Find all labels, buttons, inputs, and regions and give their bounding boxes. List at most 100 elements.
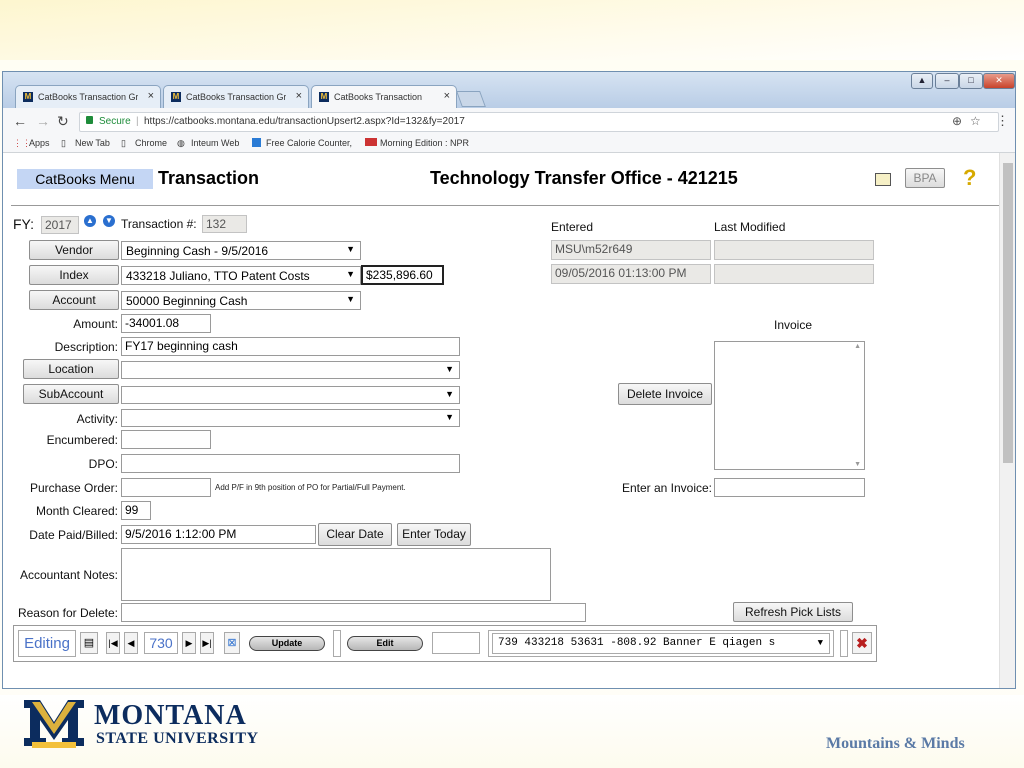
star-icon[interactable]: ☆ (970, 114, 981, 128)
transaction-label: Transaction #: (121, 217, 197, 231)
entered-date-field: 09/05/2016 01:13:00 PM (551, 264, 711, 284)
bookmark-apps[interactable]: Apps (29, 138, 50, 148)
msu-favicon-icon: M (171, 92, 181, 102)
accountant-notes-field[interactable] (121, 548, 551, 601)
fy-down-icon[interactable]: ▼ (103, 215, 115, 227)
enter-invoice-field[interactable] (714, 478, 865, 497)
bookmark-npr[interactable]: Morning Edition : NPR (380, 138, 469, 148)
edit-button[interactable]: Edit (347, 636, 423, 651)
subaccount-select[interactable]: ▼ (121, 386, 460, 404)
month-cleared-field[interactable]: 99 (121, 501, 151, 520)
slide-top-band (0, 0, 1024, 60)
notes-icon[interactable] (875, 173, 891, 186)
search-icon[interactable]: ⊠ (224, 632, 240, 654)
clear-date-button[interactable]: Clear Date (318, 523, 392, 546)
editing-mode-label: Editing (18, 630, 76, 657)
page-scrollbar[interactable] (999, 153, 1015, 688)
location-button[interactable]: Location (23, 359, 119, 379)
msu-favicon-icon: M (23, 92, 33, 102)
bookmark-inteum[interactable]: Inteum Web (191, 138, 239, 148)
first-record-icon[interactable]: |◀ (106, 632, 120, 654)
divider (840, 630, 848, 657)
bookmark-calorie[interactable]: Free Calorie Counter, (266, 138, 352, 148)
amount-field[interactable]: -34001.08 (121, 314, 211, 333)
record-select-value: 739 433218 53631 -808.92 Banner E qiagen… (498, 637, 776, 649)
vendor-select-value: Beginning Cash - 9/5/2016 (126, 244, 269, 258)
delete-record-icon[interactable]: ✖ (852, 632, 872, 654)
help-icon[interactable]: ? (963, 165, 976, 191)
purchase-order-hint: Add P/F in 9th position of PO for Partia… (215, 483, 406, 492)
chevron-down-icon: ▼ (817, 638, 823, 648)
scroll-up-icon[interactable]: ▲ (854, 343, 861, 350)
browser-tab-1[interactable]: M CatBooks Transaction Gr × (15, 85, 161, 108)
forward-arrow-icon[interactable]: → (36, 113, 50, 129)
delete-invoice-button[interactable]: Delete Invoice (618, 383, 712, 405)
address-bar[interactable]: Secure | https://catbooks.montana.edu/tr… (79, 112, 999, 132)
close-tab-icon[interactable]: × (444, 90, 450, 102)
date-paid-field[interactable]: 9/5/2016 1:12:00 PM (121, 525, 316, 544)
page-title: Transaction (158, 168, 260, 188)
navbar-search-field[interactable] (432, 632, 480, 654)
record-select[interactable]: 739 433218 53631 -808.92 Banner E qiagen… (492, 633, 830, 654)
chevron-down-icon: ▼ (346, 244, 355, 254)
tagline: Mountains & Minds (826, 735, 965, 752)
account-select-value: 50000 Beginning Cash (126, 294, 248, 308)
last-modified-label: Last Modified (714, 220, 786, 234)
catbooks-menu-button[interactable]: CatBooks Menu (17, 169, 153, 189)
vendor-button[interactable]: Vendor (29, 240, 119, 260)
scroll-down-icon[interactable]: ▼ (854, 461, 861, 468)
bookmark-new-tab[interactable]: New Tab (75, 138, 110, 148)
amount-label: Amount: (73, 317, 118, 331)
encumbered-field[interactable] (121, 430, 211, 449)
purchase-order-field[interactable] (121, 478, 211, 497)
record-number-field[interactable]: 730 (144, 632, 178, 654)
page-icon: ▯ (121, 138, 126, 148)
modified-by-field (714, 240, 874, 260)
refresh-pick-lists-button[interactable]: Refresh Pick Lists (733, 602, 853, 622)
minimize-icon[interactable]: – (935, 73, 959, 89)
secure-label: Secure (99, 116, 131, 127)
subaccount-button[interactable]: SubAccount (23, 384, 119, 404)
zoom-icon[interactable]: ⊕ (952, 114, 962, 128)
back-arrow-icon[interactable]: ← (13, 113, 27, 129)
msu-favicon-icon: M (319, 92, 329, 102)
bookmark-chrome[interactable]: Chrome (135, 138, 167, 148)
month-cleared-label: Month Cleared: (35, 504, 118, 518)
url-text[interactable]: https://catbooks.montana.edu/transaction… (144, 116, 465, 127)
description-label: Description: (54, 340, 118, 354)
notes-icon[interactable]: ▤ (80, 632, 98, 654)
last-record-icon[interactable]: ▶| (200, 632, 214, 654)
npr-icon (365, 138, 377, 146)
browser-tab-2[interactable]: M CatBooks Transaction Gr × (163, 85, 309, 108)
date-paid-label: Date Paid/Billed: (29, 528, 118, 542)
chrome-menu-icon[interactable]: ⋮ (996, 113, 1009, 129)
next-record-icon[interactable]: ▶ (182, 632, 196, 654)
description-field[interactable]: FY17 beginning cash (121, 337, 460, 356)
update-button[interactable]: Update (249, 636, 325, 651)
browser-tab-3[interactable]: M CatBooks Transaction × (311, 85, 457, 108)
account-button[interactable]: Account (29, 290, 119, 310)
fy-up-icon[interactable]: ▲ (84, 215, 96, 227)
location-select[interactable]: ▼ (121, 361, 460, 379)
scrollbar-thumb[interactable] (1003, 163, 1013, 463)
bpa-button[interactable]: BPA (905, 168, 945, 188)
window-close-icon[interactable]: ✕ (983, 73, 1015, 89)
maximize-icon[interactable]: □ (959, 73, 983, 89)
close-tab-icon[interactable]: × (296, 90, 302, 102)
reason-for-delete-field[interactable] (121, 603, 586, 622)
account-select[interactable]: 50000 Beginning Cash ▼ (121, 291, 361, 310)
previous-record-icon[interactable]: ◀ (124, 632, 138, 654)
encumbered-label: Encumbered: (46, 433, 118, 447)
vendor-select[interactable]: Beginning Cash - 9/5/2016 ▼ (121, 241, 361, 260)
enter-today-button[interactable]: Enter Today (397, 523, 471, 546)
invoice-list[interactable]: ▲ ▼ (714, 341, 865, 470)
index-select[interactable]: 433218 Juliano, TTO Patent Costs ▼ (121, 266, 361, 285)
reload-icon[interactable]: ↻ (57, 113, 69, 130)
index-button[interactable]: Index (29, 265, 119, 285)
dpo-field[interactable] (121, 454, 460, 473)
activity-select[interactable]: ▼ (121, 409, 460, 427)
divider (333, 630, 341, 657)
close-tab-icon[interactable]: × (148, 90, 154, 102)
profile-icon[interactable]: ▲ (911, 73, 933, 89)
transaction-number-field: 132 (202, 215, 247, 233)
